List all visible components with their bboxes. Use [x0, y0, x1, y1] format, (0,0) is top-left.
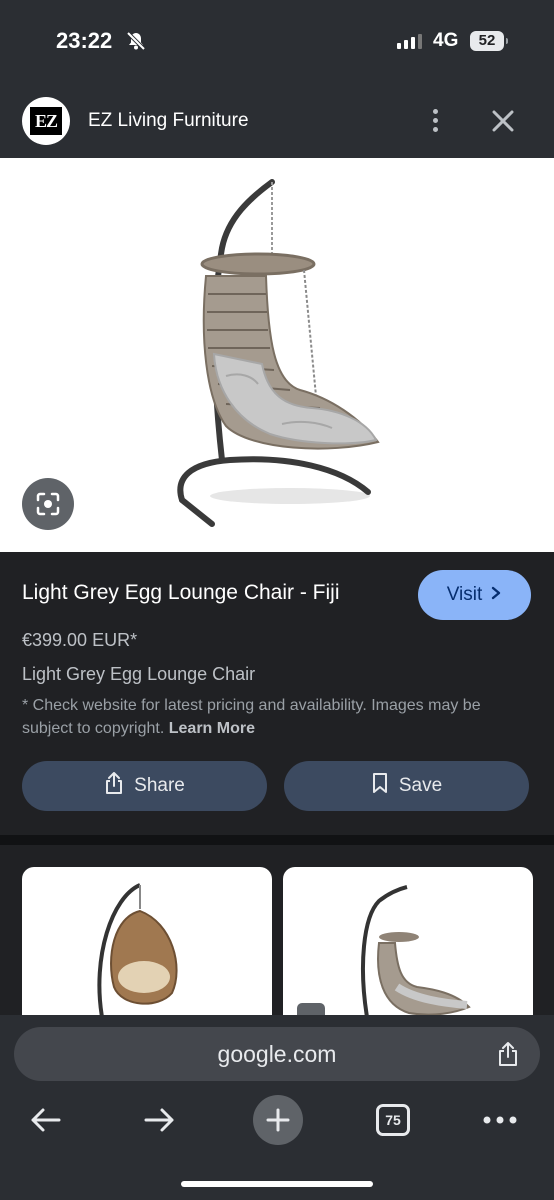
- forward-arrow-icon[interactable]: [130, 1095, 190, 1145]
- share-button[interactable]: Share: [22, 761, 267, 811]
- hanging-chair-illustration: [177, 179, 380, 527]
- url-text: google.com: [217, 1041, 337, 1067]
- bell-off-icon: [125, 30, 147, 57]
- save-button[interactable]: Save: [284, 761, 529, 811]
- home-indicator[interactable]: [181, 1181, 373, 1187]
- site-logo[interactable]: EZ: [22, 97, 70, 145]
- disclaimer-text: * Check website for latest pricing and a…: [22, 694, 532, 740]
- product-info-panel: Light Grey Egg Lounge Chair - Fiji Visit…: [0, 552, 554, 835]
- visit-button[interactable]: Visit: [418, 570, 531, 620]
- bookmark-icon: [371, 772, 389, 800]
- related-chair-image: [297, 885, 471, 1015]
- tabs-icon: 75: [376, 1104, 410, 1136]
- related-image-card[interactable]: [22, 867, 272, 1015]
- address-bar[interactable]: google.com: [14, 1027, 540, 1081]
- visit-label: Visit: [446, 584, 483, 605]
- learn-more-link[interactable]: Learn More: [169, 720, 255, 737]
- product-title: Light Grey Egg Lounge Chair - Fiji: [22, 581, 340, 604]
- logo-text: EZ: [30, 107, 62, 135]
- network-type: 4G: [433, 30, 459, 51]
- tabs-button[interactable]: 75: [363, 1095, 423, 1145]
- close-icon[interactable]: [486, 104, 520, 138]
- related-chair-image: [97, 883, 178, 1015]
- share-label: Share: [134, 775, 185, 796]
- related-image-card[interactable]: [283, 867, 533, 1015]
- product-price: €399.00 EUR*: [22, 630, 138, 650]
- back-arrow-icon[interactable]: [15, 1095, 75, 1145]
- signal-icon: [397, 34, 422, 49]
- site-header: EZ EZ Living Furniture: [0, 84, 554, 158]
- chevron-right-icon: [490, 584, 502, 606]
- status-time: 23:22: [56, 28, 113, 53]
- lens-icon[interactable]: [22, 478, 74, 530]
- status-bar: 23:22 4G 52: [0, 0, 554, 84]
- section-divider: [0, 835, 554, 845]
- share-icon[interactable]: [496, 1040, 520, 1073]
- more-horizontal-icon[interactable]: [470, 1095, 530, 1145]
- plus-icon: [253, 1095, 303, 1145]
- battery-icon: 52: [470, 31, 508, 51]
- more-vertical-icon[interactable]: [422, 104, 450, 138]
- browser-bottom-bar: google.com 75: [0, 1015, 554, 1200]
- share-icon: [104, 771, 124, 801]
- product-subtitle: Light Grey Egg Lounge Chair: [22, 664, 256, 684]
- site-name[interactable]: EZ Living Furniture: [88, 110, 249, 132]
- related-images: [0, 845, 554, 1015]
- save-label: Save: [398, 775, 443, 796]
- new-tab-button[interactable]: [248, 1095, 308, 1145]
- product-image[interactable]: [0, 158, 554, 552]
